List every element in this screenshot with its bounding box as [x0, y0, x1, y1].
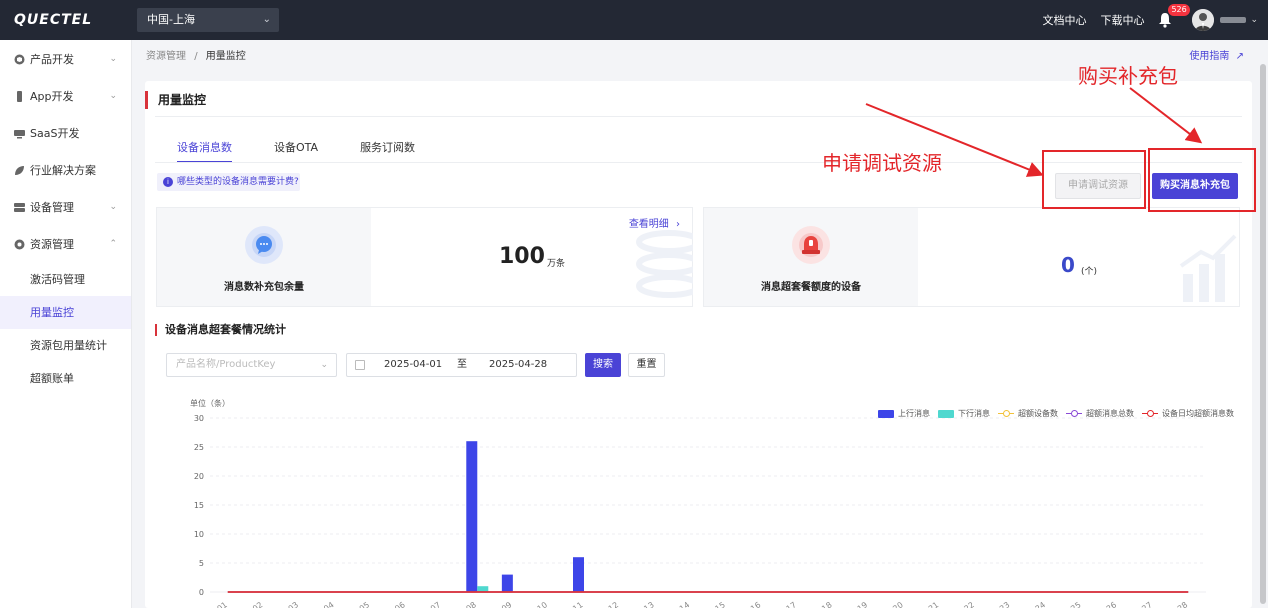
- page-scrollbar[interactable]: [1260, 64, 1266, 604]
- annotation-arrows: [865, 87, 1203, 177]
